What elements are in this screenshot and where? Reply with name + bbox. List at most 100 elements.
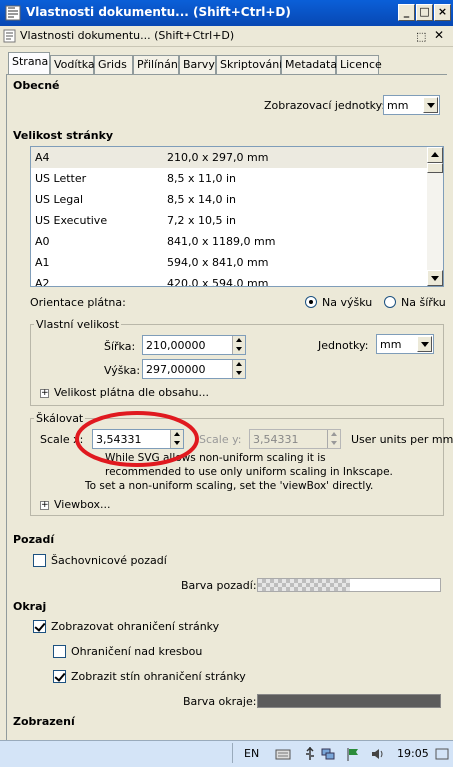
minimize-button[interactable]: _ [398, 4, 415, 21]
window-titlebar[interactable]: Vlastnosti dokumentu... (Shift+Ctrl+D) _… [0, 0, 453, 26]
border-on-top-checkbox[interactable] [53, 645, 66, 658]
tab-prilinani[interactable]: Přilínání [133, 55, 181, 74]
display-units-label: Zobrazovací jednotky: [264, 99, 386, 112]
units-select[interactable]: mm [376, 334, 434, 354]
flag-icon[interactable] [345, 746, 361, 762]
dialog-close-icon[interactable]: ✕ [434, 28, 444, 42]
dock-icon[interactable]: ⬚ [416, 30, 426, 43]
clock[interactable]: 19:05 [397, 747, 429, 760]
highlight-ellipse [75, 411, 199, 467]
background-heading: Pozadí [13, 533, 55, 546]
tab-licence[interactable]: Licence [336, 55, 382, 74]
usb-icon[interactable] [302, 746, 318, 762]
background-color-swatch[interactable] [257, 578, 441, 592]
width-value: 210,00000 [146, 339, 206, 352]
checkerboard-label: Šachovnicové pozadí [51, 554, 167, 567]
background-color-label: Barva pozadí: [181, 579, 257, 592]
dialog-header: Vlastnosti dokumentu... (Shift+Ctrl+D) ⬚… [0, 26, 453, 47]
border-on-top-label: Ohraničení nad kresbou [71, 645, 203, 658]
size-value: 8,5 x 14,0 in [167, 193, 237, 206]
close-button[interactable]: × [434, 4, 451, 21]
size-value: 841,0 x 1189,0 mm [167, 235, 276, 248]
landscape-radio[interactable] [384, 296, 396, 308]
resize-to-content-link[interactable]: Velikost plátna dle obsahu... [54, 386, 209, 399]
expander-plus-icon[interactable]: + [40, 501, 49, 510]
size-value: 420,0 x 594,0 mm [167, 277, 269, 287]
notification-icon[interactable] [434, 746, 450, 762]
tab-barvy[interactable]: Barvy [179, 55, 216, 74]
size-value: 8,5 x 11,0 in [167, 172, 237, 185]
height-label: Výška: [104, 364, 141, 377]
language-indicator[interactable]: EN [244, 747, 259, 760]
scale-y-label: Scale y: [199, 433, 242, 446]
checkerboard-checkbox[interactable] [33, 554, 46, 567]
tab-grids[interactable]: Grids [94, 55, 133, 74]
border-shadow-label: Zobrazit stín ohraničení stránky [71, 670, 246, 683]
scale-note-line3: To set a non-uniform scaling, set the 'v… [85, 480, 374, 492]
width-spinner[interactable]: 210,00000 [142, 335, 246, 355]
spin-arrows-icon[interactable] [232, 360, 245, 378]
size-name: A0 [35, 235, 50, 248]
height-value: 297,00000 [146, 363, 206, 376]
units-label: Jednotky: [318, 339, 369, 352]
spin-arrows-icon [327, 430, 340, 448]
border-color-swatch[interactable] [257, 694, 441, 708]
border-shadow-checkbox[interactable] [53, 670, 66, 683]
tab-metadata[interactable]: Metadata [281, 55, 337, 74]
landscape-label: Na šířku [401, 296, 446, 309]
size-name: US Executive [35, 214, 108, 227]
keyboard-icon[interactable] [275, 746, 291, 762]
scroll-up-icon[interactable] [427, 147, 443, 163]
spin-arrows-icon[interactable] [232, 336, 245, 354]
list-item[interactable]: A0 841,0 x 1189,0 mm [31, 231, 427, 252]
display-units-value: mm [387, 99, 409, 112]
tab-strana[interactable]: Strana [8, 52, 50, 75]
list-scrollbar[interactable] [427, 147, 443, 286]
list-item[interactable]: US Legal 8,5 x 14,0 in [31, 189, 427, 210]
size-name: A2 [35, 277, 50, 287]
size-name: US Letter [35, 172, 87, 185]
scroll-thumb[interactable] [427, 163, 443, 173]
portrait-radio[interactable] [305, 296, 317, 308]
orientation-label: Orientace plátna: [30, 296, 126, 309]
display-heading: Zobrazení [13, 715, 75, 728]
viewbox-link[interactable]: Viewbox... [54, 498, 110, 511]
window-title: Vlastnosti dokumentu... (Shift+Ctrl+D) [26, 5, 291, 19]
size-name: A4 [35, 151, 50, 164]
scroll-down-icon[interactable] [427, 270, 443, 286]
maximize-button[interactable]: □ [416, 4, 433, 21]
general-heading: Obecné [13, 79, 60, 92]
border-color-label: Barva okraje: [183, 695, 257, 708]
scale-y-value: 3,54331 [253, 433, 299, 446]
show-border-label: Zobrazovat ohraničení stránky [51, 620, 220, 633]
units-value: mm [380, 338, 402, 351]
width-label: Šířka: [104, 340, 136, 353]
portrait-label: Na výšku [322, 296, 373, 309]
custom-size-heading: Vlastní velikost [34, 318, 122, 331]
user-units-label: User units per mm. [351, 433, 453, 446]
expander-plus-icon[interactable]: + [40, 389, 49, 398]
list-item[interactable]: US Letter 8,5 x 11,0 in [31, 168, 427, 189]
size-value: 210,0 x 297,0 mm [167, 151, 269, 164]
list-item[interactable]: A1 594,0 x 841,0 mm [31, 252, 427, 273]
system-taskbar: EN 19:05 [0, 740, 453, 767]
page-size-heading: Velikost stránky [13, 129, 114, 142]
show-border-checkbox[interactable] [33, 620, 46, 633]
size-name: A1 [35, 256, 50, 269]
size-value: 594,0 x 841,0 mm [167, 256, 269, 269]
display-units-select[interactable]: mm [383, 95, 440, 115]
chevron-down-icon [417, 336, 432, 352]
volume-icon[interactable] [370, 746, 386, 762]
list-item[interactable]: US Executive 7,2 x 10,5 in [31, 210, 427, 231]
list-item[interactable]: A4 210,0 x 297,0 mm [31, 147, 427, 168]
document-icon [3, 29, 16, 43]
list-item[interactable]: A2 420,0 x 594,0 mm [31, 273, 427, 287]
tab-skriptovani[interactable]: Skriptování [216, 55, 282, 74]
height-spinner[interactable]: 297,00000 [142, 359, 246, 379]
border-heading: Okraj [13, 600, 47, 613]
tab-voditka[interactable]: Vodítka [50, 55, 95, 74]
page-size-list[interactable]: A4 210,0 x 297,0 mm US Letter 8,5 x 11,0 i… [30, 146, 444, 287]
app-icon [5, 5, 21, 21]
network-icon[interactable] [320, 746, 336, 762]
size-name: US Legal [35, 193, 84, 206]
